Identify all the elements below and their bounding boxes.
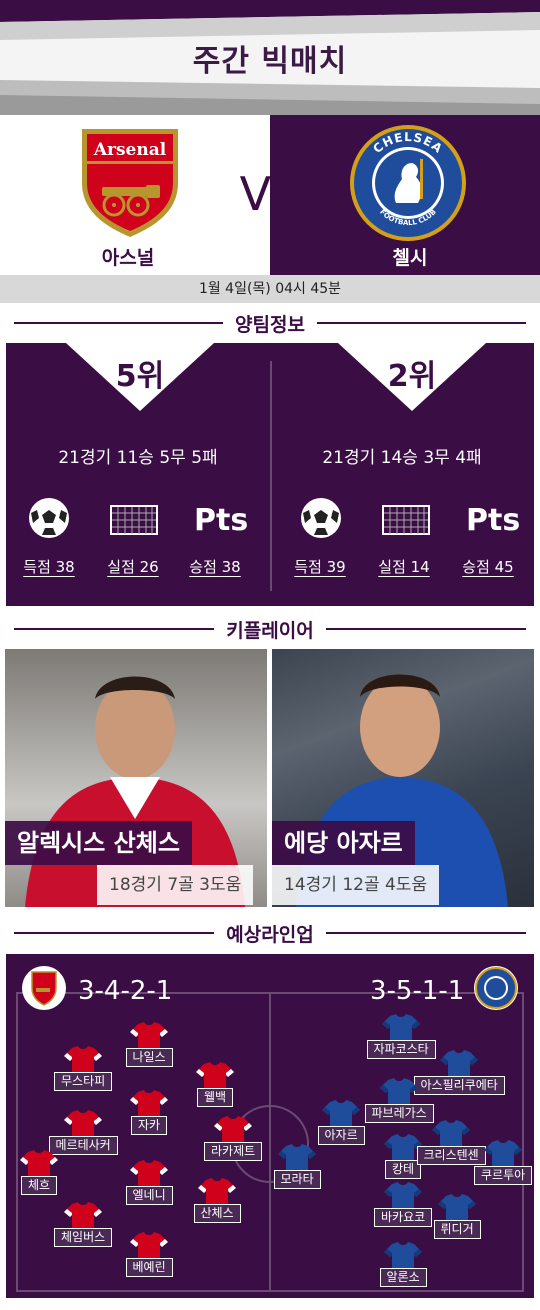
home-player-name: 산체스	[193, 1204, 241, 1223]
header: 주간 빅매치	[0, 0, 540, 115]
team-info-heading: 양팀정보	[14, 310, 526, 336]
svg-text:Arsenal: Arsenal	[93, 140, 167, 160]
away-player-name: 뤼디거	[433, 1220, 481, 1239]
soccer-ball-icon	[29, 498, 69, 538]
away-formation: 3-5-1-1	[370, 976, 465, 1006]
home-player-name: 체임버스	[54, 1228, 113, 1247]
match-card: Arsenal VS CHELSEA FOOTBALL CLUB 아스널 첼시	[0, 115, 540, 275]
away-record: 21경기 14승 3무 4패	[322, 448, 482, 468]
pitch-line	[16, 1290, 524, 1292]
home-key-player-photo: 알렉시스 산체스 18경기 7골 3도움	[5, 649, 267, 907]
away-player-name: 바카요코	[374, 1208, 433, 1227]
home-player-name: 웰백	[197, 1088, 234, 1107]
home-player-name: 엘네니	[125, 1186, 173, 1205]
team-info-title: 양팀정보	[223, 314, 317, 336]
home-key-player-stat: 18경기 7골 3도움	[97, 865, 254, 905]
home-player-name: 무스타피	[54, 1072, 113, 1091]
away-player-name: 크리스텐센	[416, 1146, 486, 1165]
versus-label: VS	[239, 167, 301, 221]
home-goals: 득점 38	[23, 558, 75, 576]
home-player-name: 체흐	[21, 1176, 58, 1195]
home-player-name: 자카	[131, 1116, 168, 1135]
lineup-title: 예상라인업	[214, 924, 326, 946]
away-player-name: 쿠르투아	[474, 1166, 533, 1185]
away-goals: 득점 39	[294, 558, 346, 576]
pitch-line	[522, 992, 524, 1292]
home-conceded: 실점 26	[107, 558, 159, 576]
home-player-name: 라카제트	[204, 1142, 263, 1161]
arsenal-badge-icon	[22, 966, 66, 1010]
key-players-heading: 키플레이어	[14, 616, 526, 642]
home-player-name: 메르테사커	[48, 1136, 118, 1155]
points-icon: Pts	[466, 503, 521, 538]
lineup-pitch: 3-4-2-1 3-5-1-1 나일스무스타피웰백자카메르테사커 라카제트체흐엘네…	[6, 954, 534, 1298]
away-player-name: 자파코스타	[366, 1040, 436, 1059]
page-title: 주간 빅매치	[192, 44, 348, 79]
away-points: 승점 45	[462, 558, 514, 576]
home-key-player-name: 알렉시스 산체스	[5, 821, 192, 865]
points-icon: Pts	[194, 503, 249, 538]
home-player-name: 베예린	[125, 1258, 173, 1277]
goal-net-icon	[110, 505, 158, 535]
away-key-player-name: 에당 아자르	[272, 821, 415, 865]
lineup-heading: 예상라인업	[14, 920, 526, 946]
away-player-name: 아스필리쿠에타	[413, 1076, 505, 1095]
away-player-name: 아자르	[317, 1126, 365, 1145]
home-player-name: 나일스	[125, 1048, 173, 1067]
away-key-player-stat: 14경기 12골 4도움	[272, 865, 440, 905]
home-team-name: 아스널	[101, 247, 155, 269]
away-key-player-photo: 에당 아자르 14경기 12골 4도움	[272, 649, 534, 907]
away-rank: 2위	[387, 359, 437, 394]
away-player-name: 알론소	[379, 1268, 427, 1287]
away-player-name: 파브레가스	[364, 1104, 434, 1123]
home-rank: 5위	[115, 359, 165, 394]
home-points: 승점 38	[189, 558, 241, 576]
key-players-title: 키플레이어	[214, 620, 326, 642]
team-info-panel: 5위 21경기 11승 5무 5패 2위 21경기 14승 3무 4패 Pts …	[6, 343, 534, 606]
away-team-name: 첼시	[392, 247, 428, 269]
chelsea-badge-icon	[474, 966, 518, 1010]
soccer-ball-icon	[301, 498, 341, 538]
goal-net-icon	[382, 505, 430, 535]
pitch-line	[16, 992, 18, 1292]
arsenal-crest-icon: Arsenal	[82, 129, 178, 237]
away-player-name: 모라타	[273, 1170, 321, 1189]
away-conceded: 실점 14	[378, 558, 430, 576]
chelsea-crest-icon: CHELSEA FOOTBALL CLUB	[350, 125, 466, 241]
home-formation: 3-4-2-1	[78, 976, 173, 1006]
home-record: 21경기 11승 5무 5패	[58, 448, 218, 468]
match-datetime: 1월 4일(목) 04시 45분	[0, 275, 540, 303]
team-divider	[270, 361, 272, 591]
